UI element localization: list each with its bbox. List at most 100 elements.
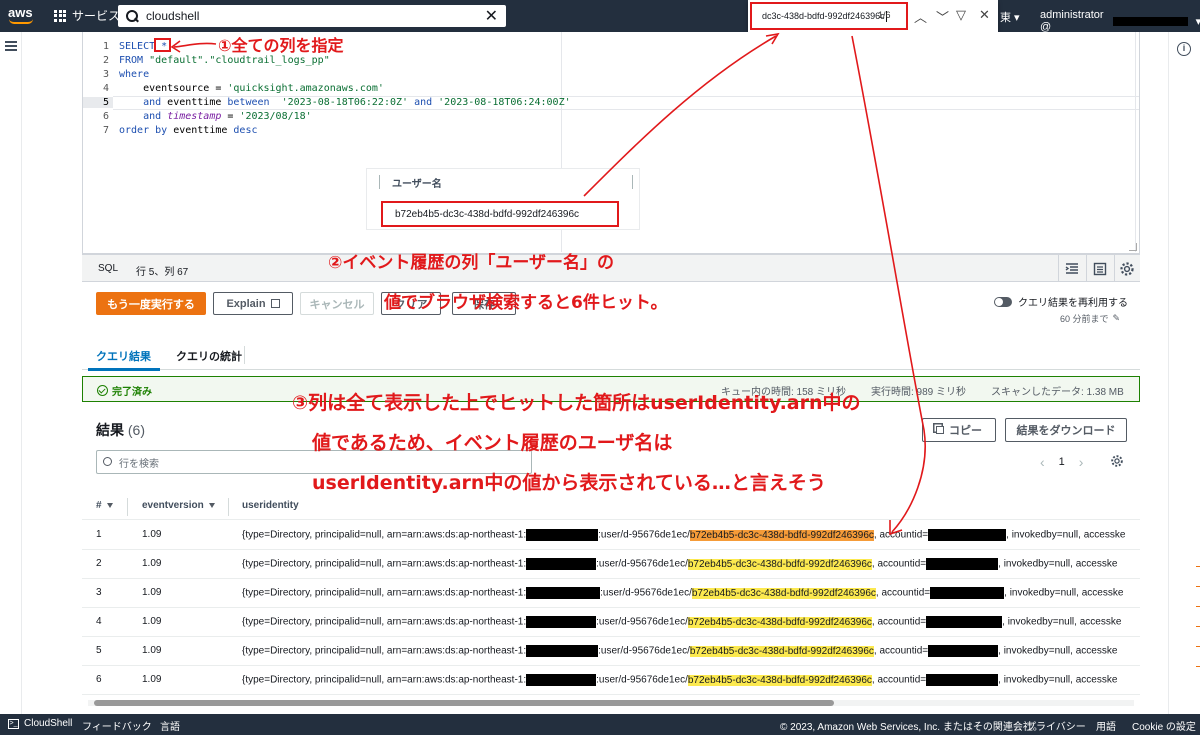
footer-cookie-link[interactable]: Cookie の設定 [1132, 718, 1196, 733]
line-number: 6 [102, 111, 109, 122]
useridentity-tail: , invokedby=null, accesske [998, 558, 1118, 570]
row-index: 4 [96, 616, 102, 627]
search-icon [126, 10, 138, 22]
column-header-label: # [96, 500, 102, 511]
table-row[interactable]: 6 1.09 {type=Directory, principalid=null, … [82, 666, 1140, 695]
footer-language-link[interactable]: 言語 [160, 718, 180, 733]
column-divider[interactable] [127, 498, 128, 516]
user-name-value: b72eb4b5-dc3c-438d-bdfd-992df246396c [381, 201, 619, 227]
find-close-icon[interactable]: ✕ [979, 7, 990, 23]
eventversion-cell: 1.09 [142, 529, 162, 540]
format-query-icon[interactable] [1064, 261, 1080, 277]
useridentity-path: :user/d-95676de1ec/ [596, 558, 688, 570]
global-search-input[interactable]: cloudshell ✕ [118, 5, 506, 27]
footer-terms-link[interactable]: 用語 [1096, 718, 1116, 733]
aws-logo[interactable]: aws [8, 6, 38, 26]
table-row[interactable]: 5 1.09 {type=Directory, principalid=null, … [82, 637, 1140, 666]
sort-down-icon [208, 502, 215, 508]
results-title: 結果 (6) [96, 420, 145, 440]
table-row[interactable]: 2 1.09 {type=Directory, principalid=null, … [82, 550, 1140, 579]
console-footer: >_ CloudShell フィードバック 言語 © 2023, Amazon … [0, 714, 1200, 735]
chevron-right-icon[interactable]: › [1079, 454, 1084, 470]
table-row[interactable]: 1 1.09 {type=Directory, principalid=null, … [82, 521, 1140, 550]
line-number: 3 [102, 69, 109, 80]
table-row[interactable]: 4 1.09 {type=Directory, principalid=null, … [82, 608, 1140, 637]
shortcuts-icon[interactable] [1092, 261, 1108, 277]
code-line-3: where [119, 69, 150, 80]
status-completed: 完了済み [97, 383, 152, 398]
annotation-2-line-2: 値でブラウザ検索すると6件ヒット。 [384, 293, 668, 313]
grid-icon [54, 9, 66, 22]
external-link-icon [270, 299, 280, 308]
status-text: 完了済み [112, 387, 152, 398]
useridentity-accountid: , accountid= [871, 616, 927, 628]
redacted-account-id [526, 587, 601, 599]
reuse-age-setting[interactable]: 60 分前まで ✎ [1060, 312, 1120, 325]
cancel-button[interactable]: キャンセル [300, 292, 374, 315]
find-previous-icon[interactable]: ︿ [914, 7, 927, 26]
redacted-account-id [928, 645, 999, 657]
useridentity-tail: , invokedby=null, accesske [1002, 616, 1122, 628]
row-index: 1 [96, 529, 102, 540]
table-row[interactable]: 3 1.09 {type=Directory, principalid=null, … [82, 579, 1140, 608]
editor-resize-handle[interactable] [1129, 243, 1137, 251]
hamburger-menu-icon[interactable] [5, 41, 17, 51]
tab-divider [244, 346, 245, 364]
horizontal-scrollbar[interactable] [88, 700, 1134, 706]
scroll-marker [1196, 626, 1200, 627]
useridentity-tail: , invokedby=null, accesske [1004, 587, 1124, 599]
table-settings-gear-icon[interactable] [1110, 454, 1124, 468]
explain-button[interactable]: Explain [213, 292, 293, 315]
tab-query-stats[interactable]: クエリの統計 [176, 348, 242, 364]
useridentity-path: :user/d-95676de1ec/ [598, 645, 690, 657]
reuse-age: 60 分前まで [1060, 314, 1109, 324]
gear-icon[interactable] [1119, 261, 1135, 277]
column-header-useridentity[interactable]: useridentity [242, 500, 299, 511]
find-next-icon[interactable]: ﹀ [936, 7, 949, 26]
footer-cloudshell-link[interactable]: CloudShell [24, 718, 72, 729]
toggle-switch[interactable] [994, 296, 1012, 307]
account-menu[interactable]: administrator @ ▾ [1040, 9, 1200, 33]
find-match: b72eb4b5-dc3c-438d-bdfd-992df246396c [691, 587, 876, 599]
useridentity-cell: {type=Directory, principalid=null, arn=a… [242, 616, 1121, 628]
column-header-index[interactable]: # [96, 500, 113, 511]
region-selector[interactable]: 東 ▾ [1000, 9, 1020, 25]
column-divider[interactable] [228, 498, 229, 516]
info-icon[interactable]: i [1177, 42, 1191, 56]
aws-logo-text: aws [8, 5, 33, 20]
clear-search-icon[interactable]: ✕ [485, 6, 498, 26]
find-match-count: 1/6 [878, 10, 891, 20]
results-tabs: クエリ結果 クエリの統計 [82, 338, 1140, 371]
services-menu-button[interactable]: サービス [54, 7, 120, 24]
aws-smile-icon [9, 19, 33, 24]
download-results-button[interactable]: 結果をダウンロード [1005, 418, 1127, 442]
chevron-down-icon: ▾ [1195, 15, 1200, 28]
current-page[interactable]: 1 [1059, 456, 1065, 468]
eventversion-cell: 1.09 [142, 674, 162, 685]
cloudshell-icon: >_ [8, 719, 19, 729]
code-line-2: FROM "default"."cloudtrail_logs_pp" [119, 55, 330, 66]
footer-feedback-link[interactable]: フィードバック [82, 718, 152, 733]
search-icon [103, 457, 112, 466]
scrollbar-thumb[interactable] [94, 700, 834, 706]
active-tab-indicator [88, 368, 160, 371]
code-line-6: and timestamp = '2023/08/18' [143, 111, 312, 122]
edit-pencil-icon[interactable]: ✎ [1113, 313, 1121, 324]
line-number-gutter: 1 2 3 4 5 6 7 [83, 32, 113, 252]
useridentity-path: :user/d-95676de1ec/ [596, 616, 688, 628]
user-column-header: ユーザー名 [379, 175, 442, 190]
tab-query-results[interactable]: クエリ結果 [96, 348, 151, 364]
scroll-marker [1196, 666, 1200, 667]
right-tool-strip: i [1168, 32, 1200, 714]
rerun-query-button[interactable]: もう一度実行する [96, 292, 206, 315]
column-header-eventversion[interactable]: eventversion [142, 500, 215, 511]
reuse-results-toggle[interactable]: クエリ結果を再利用する [994, 294, 1128, 309]
code-line-7: order by eventtime desc [119, 125, 258, 136]
scroll-marker [1196, 646, 1200, 647]
copy-button[interactable]: コピー [922, 418, 996, 442]
footer-privacy-link[interactable]: プライバシー [1026, 718, 1086, 733]
useridentity-accountid: , accountid= [875, 587, 931, 599]
find-filter-icon[interactable]: ▽ [956, 7, 966, 23]
chevron-left-icon[interactable]: ‹ [1040, 454, 1045, 470]
results-title-text: 結果 [96, 422, 124, 438]
